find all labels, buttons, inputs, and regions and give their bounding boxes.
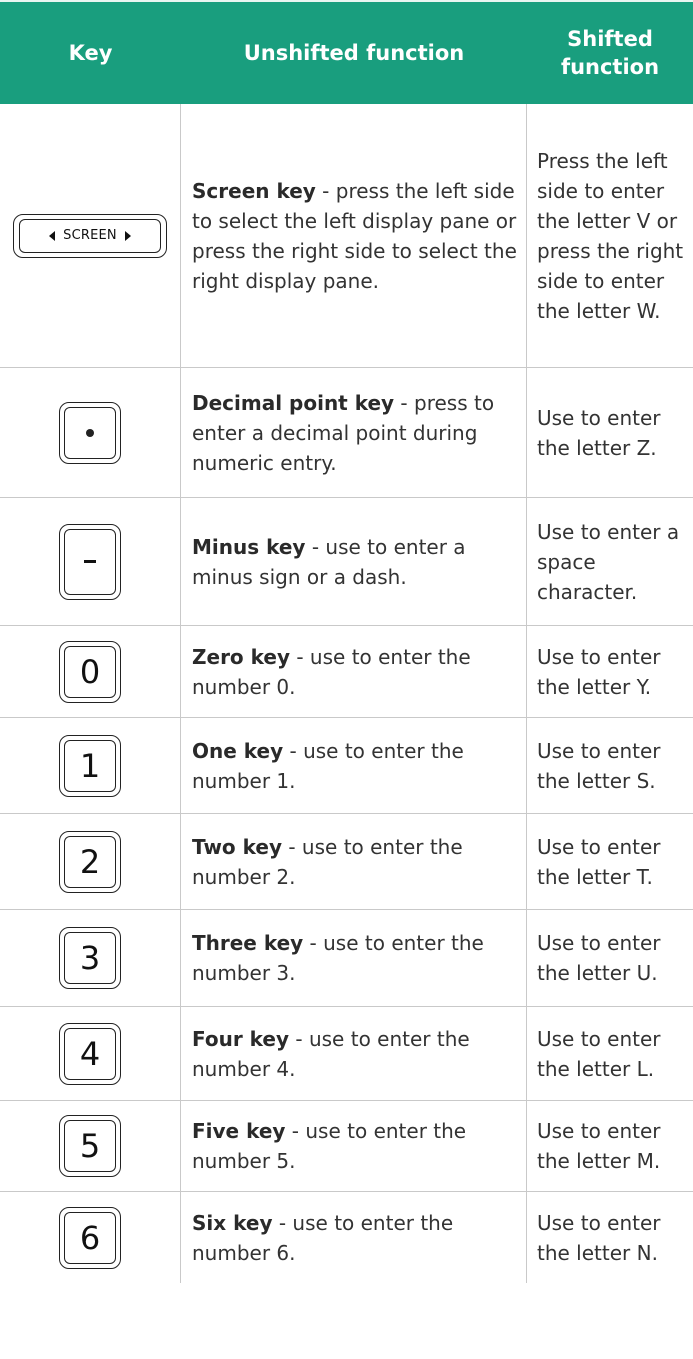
right-arrow-icon: [124, 230, 131, 241]
shifted-description: Use to enter a space character.: [537, 519, 680, 604]
header-shifted-function: Shifted function: [527, 2, 693, 104]
key-digit: 5: [79, 1127, 101, 1165]
shifted-description: Use to enter the letter N.: [537, 1210, 661, 1265]
shifted-description: Use to enter the letter Y.: [537, 644, 661, 699]
shifted-description: Press the left side to enter the letter …: [537, 148, 684, 323]
key-cell: 1: [0, 718, 181, 813]
header-key: Key: [68, 40, 113, 65]
shifted-cell: Use to enter a space character.: [527, 498, 693, 625]
zero-key-icon: 0: [59, 640, 121, 703]
key-name: Six key: [192, 1210, 273, 1235]
key-name: Five key: [192, 1119, 286, 1143]
key-name: Two key: [192, 834, 282, 859]
shifted-cell: Use to enter the letter U.: [527, 910, 693, 1006]
key-cell: [0, 368, 181, 497]
unshifted-cell: Decimal point key - press to enter a dec…: [181, 368, 527, 497]
shifted-cell: Use to enter the letter Z.: [527, 368, 693, 497]
table-row: 3 Three key - use to enter the number 3.…: [0, 910, 693, 1007]
key-cell: [0, 498, 181, 625]
shifted-description: Use to enter the letter Z.: [537, 405, 661, 460]
key-digit: 3: [79, 939, 101, 977]
shifted-description: Use to enter the letter M.: [537, 1119, 661, 1173]
shifted-cell: Press the left side to enter the letter …: [527, 104, 693, 367]
table-row: 1 One key - use to enter the number 1. U…: [0, 718, 693, 814]
shifted-cell: Use to enter the letter S.: [527, 718, 693, 813]
shifted-cell: Use to enter the letter Y.: [527, 626, 693, 717]
screen-key-label: SCREEN: [63, 227, 117, 243]
key-name: Four key: [192, 1026, 290, 1051]
unshifted-cell: Six key - use to enter the number 6.: [181, 1192, 527, 1283]
key-name: One key: [192, 738, 284, 763]
header-unshifted-function: Unshifted function: [243, 40, 465, 65]
table-row: SCREEN Screen key - press the left side …: [0, 104, 693, 368]
key-name: Screen key: [192, 178, 316, 203]
unshifted-cell: Five key - use to enter the number 5.: [181, 1101, 527, 1191]
two-key-icon: 2: [59, 830, 121, 893]
minus-key-icon: [59, 523, 121, 600]
dot-icon: [86, 428, 94, 437]
four-key-icon: 4: [59, 1022, 121, 1085]
shifted-description: Use to enter the letter U.: [537, 931, 661, 985]
key-cell: 0: [0, 626, 181, 717]
key-digit: 2: [79, 842, 101, 881]
three-key-icon: 3: [59, 927, 121, 989]
unshifted-cell: Screen key - press the left side to sele…: [181, 104, 527, 367]
keypad-functions-table: Key Unshifted function Shifted function …: [0, 0, 693, 1283]
unshifted-cell: Four key - use to enter the number 4.: [181, 1007, 527, 1100]
key-name: Decimal point key: [192, 390, 395, 415]
table-row: 0 Zero key - use to enter the number 0. …: [0, 626, 693, 718]
screen-key-icon: SCREEN: [13, 213, 167, 258]
six-key-icon: 6: [59, 1206, 121, 1269]
key-digit: 1: [79, 746, 101, 785]
key-cell: 6: [0, 1192, 181, 1283]
left-arrow-icon: [49, 230, 56, 241]
unshifted-cell: Three key - use to enter the number 3.: [181, 910, 527, 1006]
shifted-description: Use to enter the letter L.: [537, 1026, 661, 1081]
shifted-description: Use to enter the letter T.: [537, 834, 661, 889]
unshifted-cell: Zero key - use to enter the number 0.: [181, 626, 527, 717]
shifted-cell: Use to enter the letter M.: [527, 1101, 693, 1191]
header-shifted-label: Shifted function: [560, 26, 660, 79]
shifted-cell: Use to enter the letter L.: [527, 1007, 693, 1100]
table-row: 6 Six key - use to enter the number 6. U…: [0, 1192, 693, 1283]
table-row: Minus key - use to enter a minus sign or…: [0, 498, 693, 626]
key-cell: SCREEN: [0, 104, 181, 367]
shifted-cell: Use to enter the letter T.: [527, 814, 693, 909]
decimal-point-key-icon: [59, 401, 121, 464]
table-row: 2 Two key - use to enter the number 2. U…: [0, 814, 693, 910]
key-name: Three key: [192, 931, 304, 955]
shifted-cell: Use to enter the letter N.: [527, 1192, 693, 1283]
unshifted-cell: Two key - use to enter the number 2.: [181, 814, 527, 909]
key-cell: 3: [0, 910, 181, 1006]
table-row: Decimal point key - press to enter a dec…: [0, 368, 693, 498]
shifted-description: Use to enter the letter S.: [537, 738, 661, 793]
key-name: Minus key: [192, 534, 306, 559]
table-row: 4 Four key - use to enter the number 4. …: [0, 1007, 693, 1101]
key-digit: 4: [79, 1034, 101, 1073]
key-name: Zero key: [192, 644, 290, 669]
five-key-icon: 5: [59, 1115, 121, 1177]
key-cell: 5: [0, 1101, 181, 1191]
one-key-icon: 1: [59, 734, 121, 797]
key-cell: 2: [0, 814, 181, 909]
unshifted-cell: Minus key - use to enter a minus sign or…: [181, 498, 527, 625]
dash-icon: [84, 560, 96, 563]
key-cell: 4: [0, 1007, 181, 1100]
table-row: 5 Five key - use to enter the number 5. …: [0, 1101, 693, 1192]
unshifted-cell: One key - use to enter the number 1.: [181, 718, 527, 813]
key-digit: 0: [79, 652, 101, 691]
key-digit: 6: [79, 1218, 101, 1257]
table-header: Key Unshifted function Shifted function: [0, 0, 693, 104]
